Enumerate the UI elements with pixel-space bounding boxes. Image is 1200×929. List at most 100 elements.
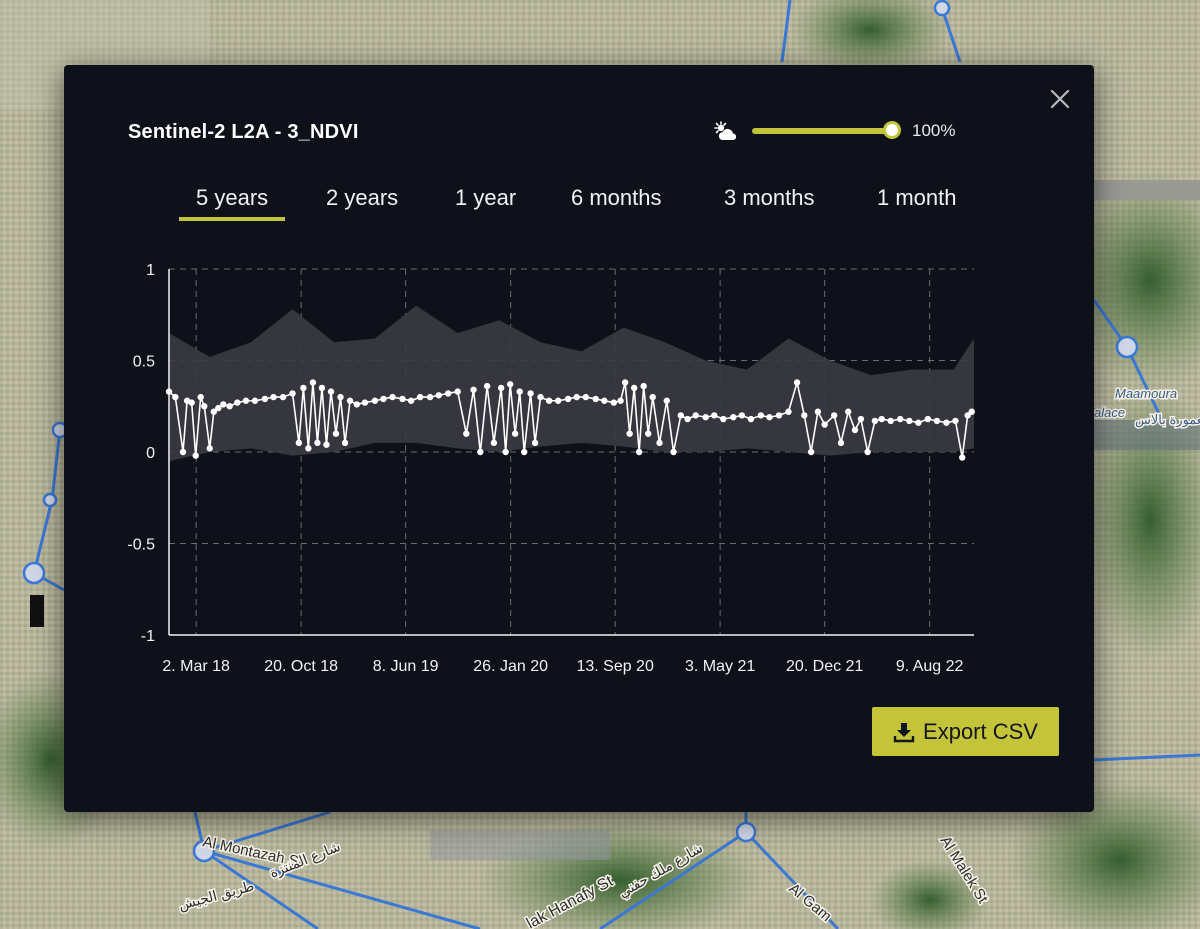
- data-point: [295, 439, 303, 447]
- data-point: [179, 448, 187, 456]
- x-tick-label: 13. Sep 20: [576, 658, 654, 675]
- data-point: [502, 448, 509, 456]
- data-point: [389, 393, 396, 401]
- data-point: [416, 393, 424, 401]
- data-point: [318, 384, 326, 392]
- data-point: [380, 395, 387, 403]
- data-point: [371, 397, 379, 404]
- data-point: [821, 421, 828, 428]
- data-point: [226, 403, 233, 410]
- data-point: [497, 384, 505, 392]
- data-point: [621, 379, 629, 386]
- min-max-band: [169, 305, 974, 462]
- data-point: [527, 390, 534, 397]
- data-point: [463, 430, 470, 437]
- data-point: [337, 393, 344, 401]
- data-point: [206, 445, 213, 452]
- tab-3-months[interactable]: 3 months: [724, 181, 815, 221]
- data-point: [470, 386, 477, 393]
- slider-track: [752, 128, 892, 134]
- period-tabs: 5 years 2 years 1 year 6 months 3 months…: [164, 181, 984, 227]
- data-point: [897, 415, 904, 423]
- data-point: [220, 401, 227, 408]
- data-point: [537, 393, 544, 401]
- tab-2-years[interactable]: 2 years: [326, 181, 398, 221]
- data-point: [327, 388, 335, 395]
- data-point: [477, 448, 484, 456]
- tab-5-years[interactable]: 5 years: [178, 181, 286, 221]
- data-point: [830, 412, 838, 419]
- data-point: [814, 408, 822, 415]
- data-point: [702, 414, 709, 421]
- data-point: [289, 390, 296, 397]
- data-point: [592, 395, 599, 403]
- data-point: [968, 408, 975, 415]
- data-point: [582, 393, 589, 401]
- data-point: [757, 412, 765, 419]
- data-point: [483, 382, 491, 390]
- data-point: [172, 393, 179, 401]
- data-point: [444, 390, 452, 397]
- data-point: [314, 439, 321, 447]
- data-point: [924, 415, 932, 423]
- data-point: [720, 415, 727, 423]
- map-label: معمورة بالاس: [1135, 412, 1200, 428]
- x-tick-label: 26. Jan 20: [473, 658, 548, 675]
- data-point: [640, 382, 647, 390]
- data-point: [635, 448, 643, 456]
- data-point: [426, 393, 434, 401]
- data-point: [677, 412, 684, 419]
- data-point: [871, 417, 879, 425]
- export-csv-button[interactable]: Export CSV: [872, 707, 1059, 756]
- data-point: [878, 415, 885, 423]
- data-point: [785, 408, 792, 415]
- data-point: [906, 417, 913, 425]
- cloud-sun-icon: [714, 121, 737, 140]
- data-point: [305, 445, 312, 452]
- slider-thumb[interactable]: [883, 121, 901, 139]
- data-point: [747, 415, 755, 423]
- y-tick-label: 1: [146, 262, 155, 279]
- data-point: [545, 397, 553, 404]
- data-point: [399, 395, 406, 403]
- data-point: [201, 403, 208, 410]
- tab-1-year[interactable]: 1 year: [455, 181, 516, 221]
- data-point: [933, 417, 941, 425]
- data-point: [346, 397, 354, 404]
- cloud-coverage-slider[interactable]: [752, 121, 901, 139]
- data-point: [454, 388, 461, 395]
- data-point: [656, 439, 663, 447]
- tab-6-months[interactable]: 6 months: [571, 181, 662, 221]
- data-point: [573, 393, 580, 401]
- data-point: [630, 384, 638, 392]
- y-tick-label: 0: [146, 445, 155, 462]
- close-icon[interactable]: [1048, 87, 1072, 111]
- data-point: [554, 397, 562, 404]
- y-tick-label: -1: [141, 628, 155, 645]
- data-point: [738, 412, 746, 419]
- data-point: [564, 395, 572, 403]
- data-point: [670, 448, 677, 456]
- x-tick-label: 8. Jun 19: [373, 658, 439, 675]
- data-point: [300, 384, 307, 392]
- data-point: [801, 412, 808, 419]
- x-tick-label: 2. Mar 18: [162, 658, 230, 675]
- data-point: [644, 430, 652, 437]
- data-point: [531, 439, 539, 447]
- data-point: [915, 419, 922, 426]
- data-point: [887, 417, 894, 425]
- y-tick-label: -0.5: [127, 537, 155, 554]
- data-point: [192, 452, 199, 459]
- data-point: [188, 399, 195, 406]
- ndvi-time-series-chart: 1 0.5 0 -0.5 -1 2. Mar 18 20. Oct 18 8. Jun 19 2…: [127, 262, 975, 675]
- data-point: [807, 448, 815, 456]
- data-point: [952, 417, 959, 425]
- data-point: [857, 415, 865, 423]
- data-point: [511, 430, 519, 437]
- export-csv-label: Export CSV: [923, 718, 1038, 744]
- data-point: [775, 412, 783, 419]
- data-point: [251, 397, 259, 404]
- map-label: Maamoura: [1115, 386, 1177, 401]
- tab-1-month[interactable]: 1 month: [877, 181, 957, 221]
- data-point: [341, 439, 349, 447]
